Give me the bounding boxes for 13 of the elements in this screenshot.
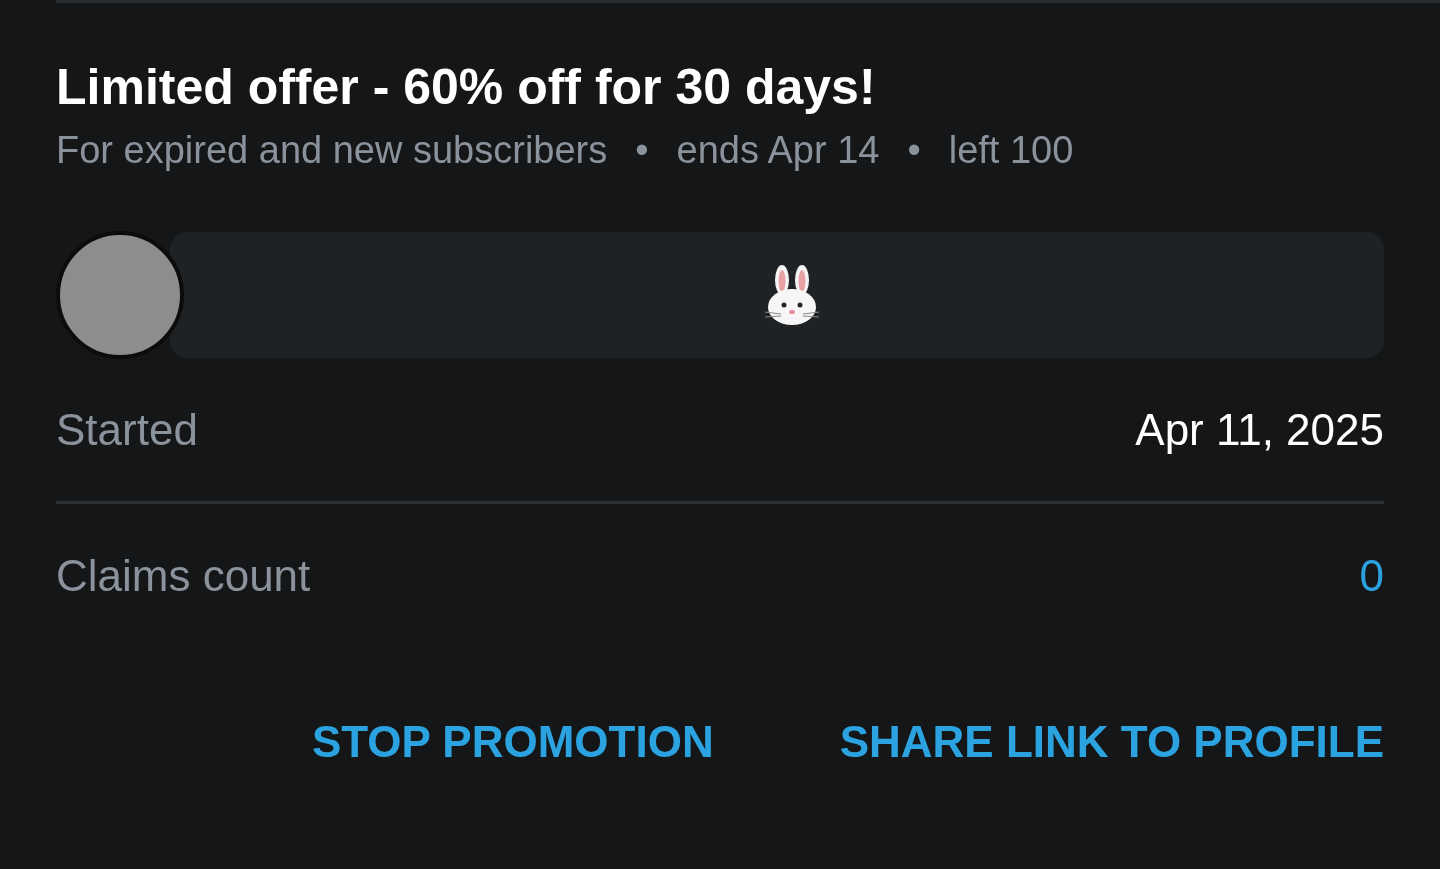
offer-title: Limited offer - 60% off for 30 days! [56,58,877,117]
detail-label: Started [56,404,198,455]
stop-promotion-button[interactable]: STOP PROMOTION [311,717,714,767]
offer-meta: left 100 [948,129,1074,172]
detail-label: Claims count [56,550,311,601]
offer-meta: For expired and new subscribers [56,129,608,172]
separator-dot: • [907,129,921,172]
detail-value: Apr 11, 2025 [1135,404,1384,455]
rabbit-icon [763,264,821,326]
offer-meta: ends Apr 14 [676,129,880,172]
detail-value[interactable]: 0 [1359,550,1384,601]
separator-dot: • [635,129,649,172]
share-link-button[interactable]: SHARE LINK TO PROFILE [839,717,1384,767]
